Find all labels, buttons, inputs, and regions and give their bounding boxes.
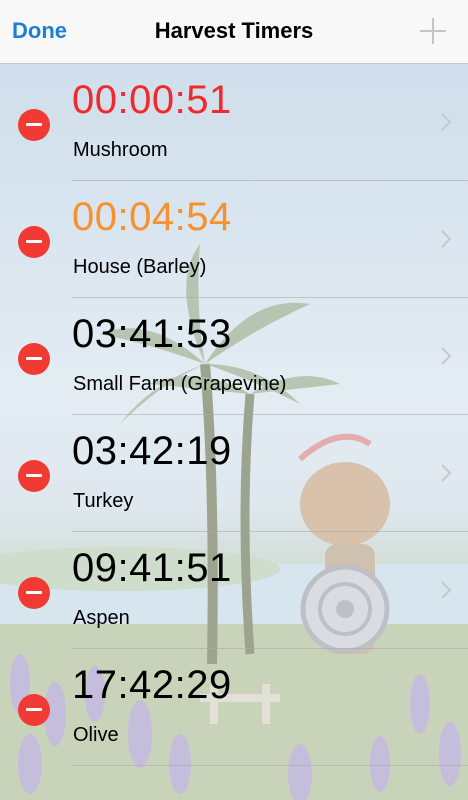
timer-name: Mushroom [73, 139, 168, 161]
timer-row[interactable]: 09:41:51 Aspen [0, 532, 468, 649]
timer-name: Olive [73, 724, 119, 746]
delete-icon[interactable] [18, 694, 50, 726]
timer-countdown: 17:42:29 [72, 663, 232, 707]
delete-icon[interactable] [18, 109, 50, 141]
delete-icon[interactable] [18, 577, 50, 609]
timer-row[interactable]: 03:42:19 Turkey [0, 415, 468, 532]
timer-countdown: 03:42:19 [72, 429, 232, 473]
page-title: Harvest Timers [154, 18, 314, 43]
chevron-right-icon[interactable] [440, 112, 452, 132]
timer-row[interactable]: 00:00:51 Mushroom [0, 64, 468, 181]
chevron-right-icon[interactable] [440, 229, 452, 249]
timer-countdown: 09:41:51 [72, 546, 232, 590]
delete-icon[interactable] [18, 460, 50, 492]
timer-row[interactable]: 17:42:29 Olive [0, 649, 468, 766]
timer-list: 00:00:51 Mushroom 00:04:54 House (Barley… [0, 64, 468, 766]
timer-name: Aspen [73, 607, 130, 629]
timer-name: House (Barley) [73, 256, 207, 278]
chevron-right-icon[interactable] [440, 346, 452, 366]
timer-countdown: 03:41:53 [72, 312, 232, 356]
timer-name: Turkey [73, 490, 134, 512]
timer-row[interactable]: 03:41:53 Small Farm (Grapevine) [0, 298, 468, 415]
delete-icon[interactable] [18, 343, 50, 375]
plus-icon[interactable] [418, 16, 448, 46]
delete-icon[interactable] [18, 226, 50, 258]
chevron-right-icon[interactable] [440, 463, 452, 483]
timer-countdown: 00:00:51 [72, 78, 232, 122]
timer-row[interactable]: 00:04:54 House (Barley) [0, 181, 468, 298]
chevron-right-icon[interactable] [440, 580, 452, 600]
timer-countdown: 00:04:54 [72, 195, 232, 239]
timer-name: Small Farm (Grapevine) [73, 373, 287, 395]
navigation-bar: Done Harvest Timers [0, 0, 468, 64]
